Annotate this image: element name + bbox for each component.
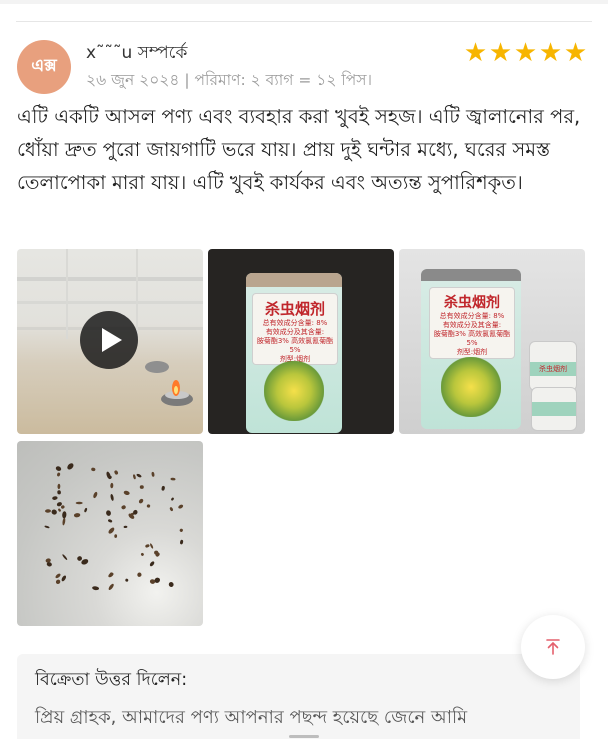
review-photo-dead-insects[interactable] <box>17 441 203 626</box>
insect-artwork <box>264 361 324 421</box>
product-label-lines: 总有效成分含量: 8% 有效成分及其含量: 胺菊酯3% 高效氯氰菊酯5% 剂型:烟剂 <box>430 312 514 357</box>
review-date: ২৬ জুন ২০২৪ <box>86 71 180 89</box>
product-title: 杀虫烟剂 <box>264 300 325 318</box>
star-rating: ★ ★ ★ ★ ★ <box>463 39 588 67</box>
star-icon: ★ <box>488 38 513 68</box>
product-bag: 杀虫烟剂 总有效成分含量: 8% 有效成分及其含量: 胺菊酯3% 高效氯氰菊酯5% 剂… <box>246 273 342 433</box>
avatar: এক্স <box>17 40 71 94</box>
review-quantity: পরিমাণ: ২ ব্যাগ = ১২ পিস। <box>194 71 373 89</box>
seller-reply-title: বিক্রেতা উত্তর দিলেন: <box>35 670 188 690</box>
insect-artwork <box>441 357 501 417</box>
product-bag: 杀虫烟剂 总有效成分含量: 8% 有效成分及其含量: 胺菊酯3% 高效氯氰菊酯5% 剂… <box>421 269 521 429</box>
review-photo-product-set[interactable]: 杀虫烟剂 总有效成分含量: 8% 有效成分及其含量: 胺菊酯3% 高效氯氰菊酯5% 剂… <box>399 249 585 434</box>
product-label-line: 有效成分及其含量: <box>442 321 502 329</box>
review-meta: ২৬ জুন ২০২৪ | পরিমাণ: ২ ব্যাগ = ১২ পিস। <box>86 68 372 94</box>
star-icon: ★ <box>563 38 588 68</box>
arrow-up-to-top-icon <box>546 639 560 655</box>
meta-separator: | <box>184 71 190 89</box>
section-divider <box>16 21 592 22</box>
home-indicator <box>289 735 319 738</box>
can-label: 杀虫烟剂 <box>530 362 576 376</box>
product-label-lines: 总有效成分含量: 8% 有效成分及其含量: 胺菊酯3% 高效氯氰菊酯5% 剂型:烟剂 <box>253 319 337 364</box>
product-label: 杀虫烟剂 总有效成分含量: 8% 有效成分及其含量: 胺菊酯3% 高效氯氰菊酯5% 剂… <box>429 287 515 359</box>
top-strip <box>0 0 608 4</box>
dead-insects-illustration <box>44 463 184 591</box>
seller-reply-text: প্রিয় গ্রাহক, আমাদের পণ্য আপনার পছন্দ হ… <box>35 707 468 728</box>
smoke-can: 杀虫烟剂 <box>529 341 577 391</box>
product-label: 杀虫烟剂 总有效成分含量: 8% 有效成分及其含量: 胺菊酯3% 高效氯氰菊酯5% 剂… <box>252 293 338 365</box>
product-label-line: 胺菊酯3% 高效氯氰菊酯5% <box>433 330 511 347</box>
product-label-line: 剂型:烟剂 <box>456 348 488 356</box>
product-label-line: 胺菊酯3% 高效氯氰菊酯5% <box>256 337 334 354</box>
product-label-line: 总有效成分含量: 8% <box>262 319 328 327</box>
seller-reply: বিক্রেতা উত্তর দিলেন: প্রিয় গ্রাহক, আমা… <box>17 654 580 739</box>
scroll-to-top-button[interactable] <box>521 615 585 679</box>
product-title: 杀虫烟剂 <box>444 295 500 311</box>
star-icon: ★ <box>463 38 488 68</box>
play-icon <box>102 328 122 352</box>
review-author: x˜˜˜u সম্পর্কে <box>86 43 188 63</box>
product-label-line: 有效成分及其含量: <box>265 328 325 336</box>
star-icon: ★ <box>513 38 538 68</box>
review-video-thumbnail[interactable] <box>17 249 203 434</box>
play-button[interactable] <box>80 311 138 369</box>
review-text: এটি একটি আসল পণ্য এবং ব্যবহার করা খুবই স… <box>17 105 581 194</box>
smoke-can <box>531 387 577 431</box>
product-label-line: 总有效成分含量: 8% <box>439 312 505 320</box>
review-photo-product-bag[interactable]: 杀虫烟剂 总有效成分含量: 8% 有效成分及其含量: 胺菊酯3% 高效氯氰菊酯5% 剂… <box>208 249 394 434</box>
star-icon: ★ <box>538 38 563 68</box>
